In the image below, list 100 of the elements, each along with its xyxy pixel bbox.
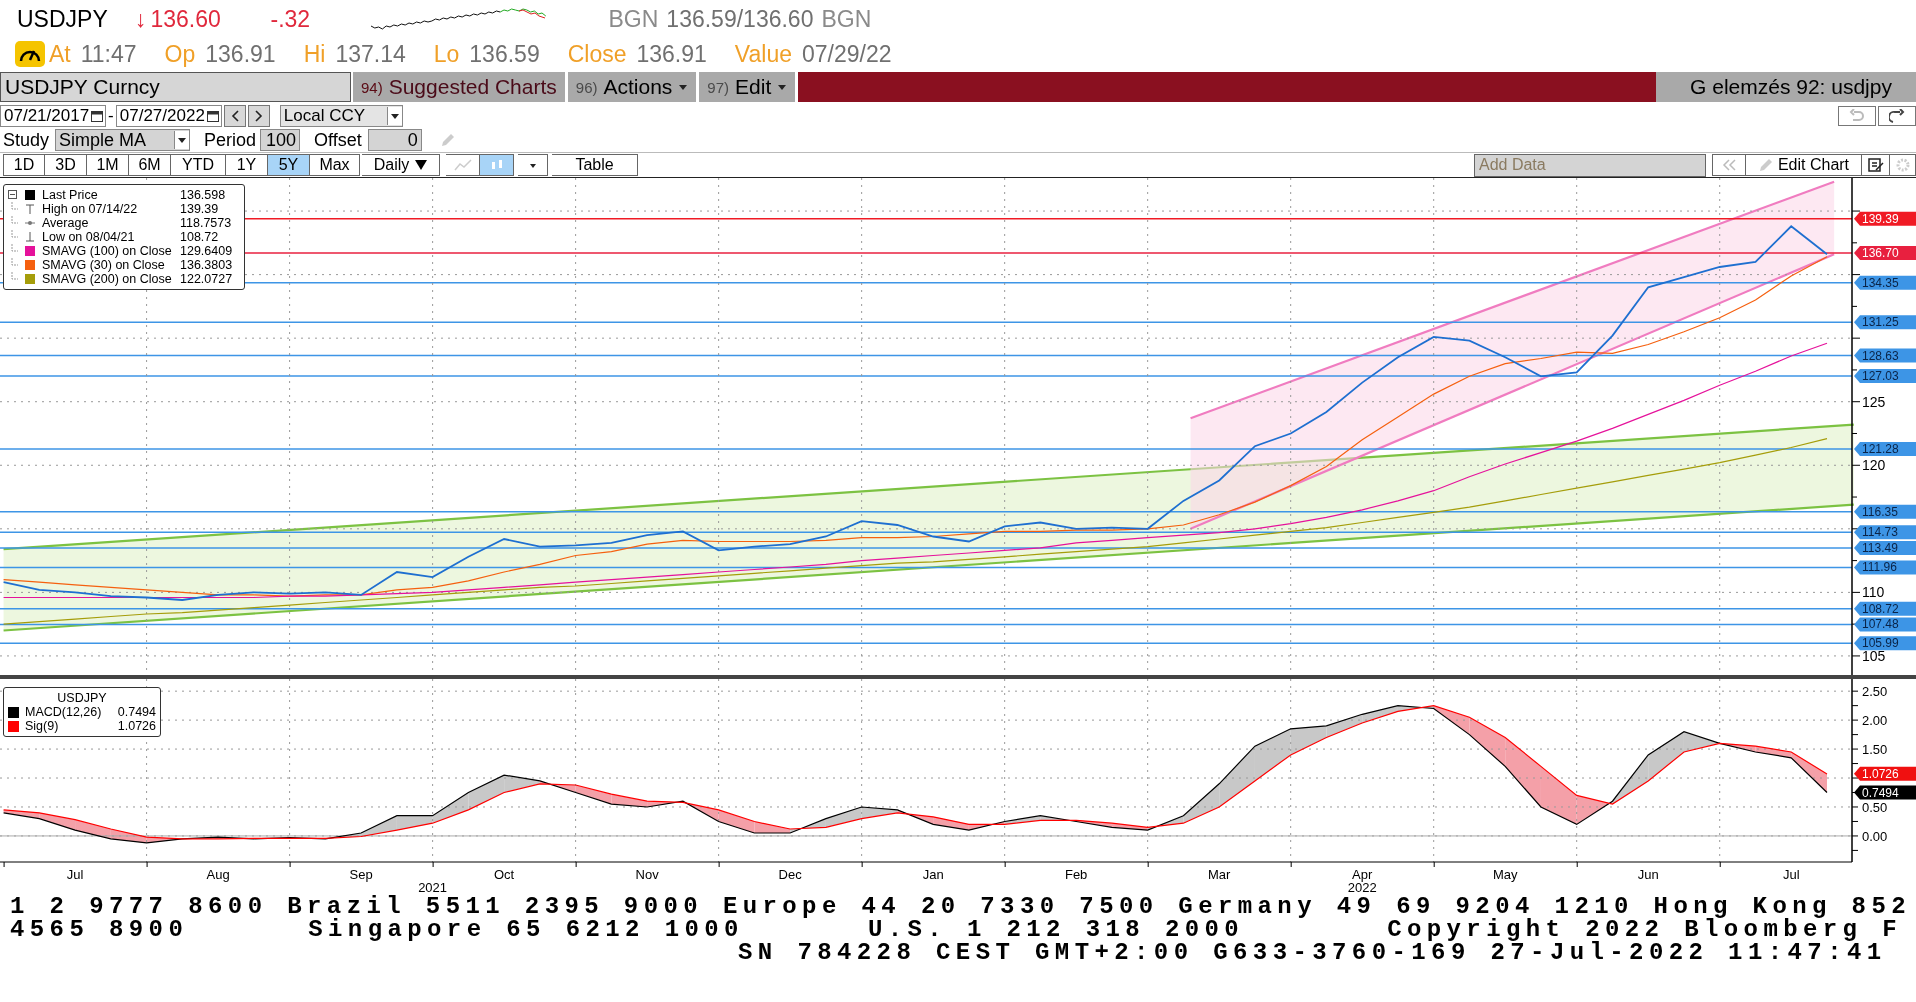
period-tab[interactable]: 6M [129, 154, 171, 176]
period-tab[interactable]: YTD [171, 154, 226, 176]
calendar-icon [206, 110, 219, 122]
price-tag: 111.96 [1854, 560, 1916, 575]
stat-value: 137.14 [335, 40, 406, 68]
caret-icon [389, 112, 400, 120]
price-tag: 113.49 [1854, 541, 1916, 555]
footer-text: U.S. 1 212 318 2000 [867, 918, 1245, 941]
calendar-icon [91, 110, 104, 122]
price-tag: 108.72 [1854, 601, 1916, 616]
bid-source: BGN [608, 5, 659, 33]
axis-label: Jul [66, 867, 84, 882]
axis-label: May [1492, 867, 1518, 882]
line-chart-button[interactable] [446, 154, 480, 176]
legend-label: SMAVG (200) on Close [42, 272, 173, 286]
axis-label: 120 [1862, 457, 1886, 474]
legend-label: Average [42, 216, 90, 230]
period-tab[interactable]: 1Y [226, 154, 268, 176]
caret-icon [527, 161, 538, 169]
stat-label: Lo [433, 40, 460, 68]
price-change: -.32 [270, 5, 312, 33]
period-tab[interactable]: 3D [45, 154, 87, 176]
axis-label: 0.00 [1862, 828, 1888, 844]
chart-settings-button[interactable] [1862, 154, 1890, 176]
period-tab[interactable]: 1D [3, 154, 45, 176]
undo-button[interactable] [1838, 106, 1876, 126]
axis-label: Dec [778, 867, 802, 882]
price-tag: 121.28 [1854, 442, 1916, 456]
price-tag: 114.73 [1854, 525, 1916, 540]
axis-label: 125 [1862, 393, 1886, 410]
price-tag: 116.35 [1854, 504, 1916, 519]
study-dropdown[interactable]: Simple MA [55, 129, 191, 151]
price-tag: 131.25 [1854, 315, 1916, 330]
price-tag: 136.70 [1854, 246, 1916, 260]
collapse-button[interactable] [1712, 154, 1746, 176]
price-tag: 1.0726 [1854, 766, 1916, 781]
period-field[interactable]: 100 [260, 129, 301, 151]
currency-dropdown[interactable]: Local CCY [279, 105, 403, 127]
add-data-field[interactable]: Add Data [1474, 153, 1706, 177]
menu-button[interactable]: 97) Edit [699, 72, 796, 102]
pencil-icon [1757, 157, 1774, 173]
pencil-icon [439, 132, 456, 148]
price-tag: 105.99 [1854, 636, 1916, 651]
legend-value: 118.7573 [180, 216, 233, 230]
menu-button[interactable]: 96) Actions [567, 72, 697, 102]
edit-chart-button[interactable]: Edit Chart [1746, 154, 1862, 176]
stat-label: Close [567, 40, 627, 68]
date-field[interactable]: 07/21/2017 [0, 105, 107, 127]
next-button[interactable] [247, 105, 270, 127]
date-separator: - [108, 106, 114, 126]
price-tag: 107.48 [1854, 617, 1916, 632]
candle-chart-button[interactable] [480, 154, 514, 176]
direction-arrow: ↓ [135, 5, 147, 33]
period-tab[interactable]: 1M [87, 154, 129, 176]
axis-label: Jul [1782, 867, 1800, 882]
previous-button[interactable] [223, 105, 246, 127]
axis-label: Jan [922, 867, 944, 882]
axis-label: 110 [1862, 584, 1885, 601]
frequency-dropdown[interactable]: Daily [362, 154, 440, 176]
period-tab[interactable]: Max [310, 154, 360, 176]
axis-label: Jun [1637, 867, 1659, 882]
legend-label: SMAVG (100) on Close [42, 244, 173, 258]
axis-label: Mar [1208, 867, 1231, 882]
year-label: 2022 [1347, 880, 1377, 895]
period-tab[interactable]: 5Y [268, 154, 310, 176]
stat-label: At [49, 40, 71, 68]
low-marker-icon [25, 232, 35, 242]
axis-label: Oct [494, 867, 515, 882]
price-tag: 0.7494 [1854, 785, 1916, 800]
settings-button[interactable] [1890, 154, 1916, 176]
ask-price: 136.60 [743, 5, 814, 33]
stat-label: Op [164, 40, 196, 68]
offset-field[interactable]: 0 [367, 129, 422, 151]
stat-value: 136.59 [469, 40, 540, 68]
command-field[interactable]: G elemzés 92: usdjpy [1656, 72, 1916, 102]
menu-button[interactable]: 94) Suggested Charts [353, 72, 565, 102]
axis-label: Sep [349, 867, 373, 882]
average-marker-icon [25, 218, 35, 228]
legend-value: 108.72 [180, 230, 220, 244]
legend-label: SMAVG (30) on Close [42, 258, 166, 272]
axis-label: 2.50 [1862, 684, 1888, 700]
footer-text: 1 2 9777 8600 Brazil 5511 2395 9000 Europe 44 20 7330 7500 Germany 49 69 9204 1210 Hong Kong 852 [10, 895, 1912, 918]
collapse-icon [8, 188, 18, 202]
footer-text: Singapore 65 6212 1000 [308, 918, 744, 941]
legend-value: 136.598 [180, 188, 227, 202]
chevron-left-icon [230, 110, 239, 122]
stat-value: 07/29/22 [802, 40, 892, 68]
axis-label: Nov [635, 867, 659, 882]
table-button[interactable]: Table [552, 154, 638, 176]
legend-value: 1.0726 [117, 719, 156, 733]
footer-text: SN 784228 CEST GMT+2:00 G633-3760-169 27-Jul-2022 11:47:41 [738, 941, 1887, 964]
stat-label: Hi [303, 40, 326, 68]
quote-separator: / [736, 5, 744, 33]
legend-value: 129.6409 [180, 244, 234, 258]
dropdown-button[interactable] [518, 154, 548, 176]
high-marker-icon [25, 204, 35, 214]
date-field[interactable]: 07/27/2022 [115, 105, 222, 127]
security-field[interactable]: USDJPY Curncy [0, 72, 351, 102]
stat-value: 136.91 [636, 40, 707, 68]
redo-button[interactable] [1878, 106, 1916, 126]
